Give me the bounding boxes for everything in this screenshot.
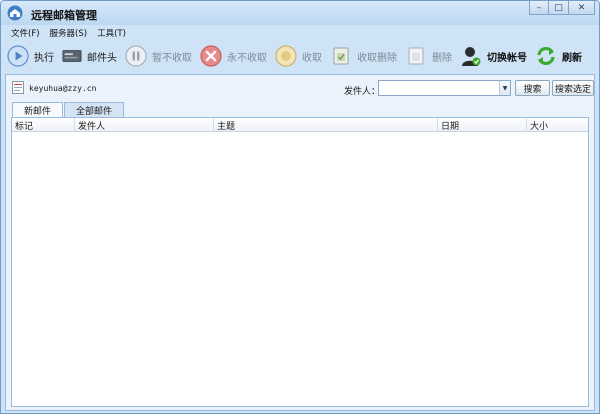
close-button[interactable]: ✕ [569, 1, 595, 15]
toolbar: 执行 邮件头 暂不收取 永不收取 收取 收取删除 删除 切换帐号 刷新 [1, 40, 599, 72]
refresh-icon [537, 46, 555, 66]
play-icon [7, 45, 29, 67]
switch-account-label: 切换帐号 [487, 52, 527, 64]
minimize-button[interactable]: – [529, 1, 549, 15]
receive-button[interactable]: 收取 [275, 43, 322, 69]
sender-label: 发件人： [344, 87, 381, 97]
delete-label: 删除 [432, 52, 452, 64]
execute-button[interactable]: 执行 [7, 43, 54, 69]
switch-account-icon [462, 47, 481, 66]
mail-tabs: 新邮件 全部邮件 [12, 102, 125, 118]
account-row: keyuhua@zzy.cn 发件人： ▼ 搜索 搜索选定 [6, 75, 594, 101]
search-button[interactable]: 搜索 [515, 80, 550, 96]
mail-panel: keyuhua@zzy.cn 发件人： ▼ 搜索 搜索选定 新邮件 全部邮件 标… [5, 74, 595, 411]
account-email: keyuhua@zzy.cn [29, 84, 97, 93]
sender-combobox[interactable]: ▼ [378, 80, 511, 96]
menu-bar: 文件(F) 服务器(S) 工具(T) [1, 25, 599, 40]
mail-account-icon [12, 81, 24, 94]
mail-header-label: 邮件头 [87, 52, 117, 64]
receive-delete-icon [333, 47, 349, 65]
tab-all-mail[interactable]: 全部邮件 [64, 102, 125, 117]
refresh-button[interactable]: 刷新 [535, 43, 582, 69]
delete-button[interactable]: 删除 [405, 43, 452, 69]
receive-label: 收取 [302, 52, 322, 64]
menu-file[interactable]: 文件(F) [11, 27, 40, 39]
refresh-label: 刷新 [562, 52, 582, 64]
column-header-sender[interactable]: 发件人 [75, 118, 214, 132]
search-selected-button[interactable]: 搜索选定 [552, 80, 594, 96]
menu-tools[interactable]: 工具(T) [97, 27, 126, 39]
tab-new-mail[interactable]: 新邮件 [12, 102, 64, 118]
column-header-date[interactable]: 日期 [438, 118, 527, 132]
stop-x-icon [200, 45, 222, 67]
pause-receive-label: 暂不收取 [152, 52, 192, 64]
app-window: 远程邮箱管理 – □ ✕ 文件(F) 服务器(S) 工具(T) 执行 邮件头 暂… [0, 0, 600, 414]
app-logo-icon [7, 5, 23, 21]
switch-account-button[interactable]: 切换帐号 [460, 43, 527, 69]
title-bar[interactable]: 远程邮箱管理 – □ ✕ [1, 1, 599, 25]
execute-label: 执行 [34, 52, 54, 64]
never-receive-label: 永不收取 [227, 52, 267, 64]
receive-icon [275, 45, 297, 67]
window-title: 远程邮箱管理 [31, 9, 97, 22]
column-header-flag[interactable]: 标记 [12, 118, 75, 132]
sender-dropdown-button[interactable]: ▼ [499, 81, 510, 95]
sender-input[interactable] [379, 81, 499, 95]
mail-header-icon [62, 50, 82, 62]
maximize-icon: □ [554, 2, 563, 13]
pause-receive-button[interactable]: 暂不收取 [125, 43, 192, 69]
maximize-button[interactable]: □ [549, 1, 569, 15]
delete-icon [408, 47, 424, 65]
mail-header-button[interactable]: 邮件头 [62, 43, 117, 69]
column-header-size[interactable]: 大小 [527, 118, 588, 132]
table-header: 标记 发件人 主题 日期 大小 [12, 118, 588, 132]
never-receive-button[interactable]: 永不收取 [200, 43, 267, 69]
window-controls: – □ ✕ [529, 1, 595, 15]
menu-server[interactable]: 服务器(S) [50, 27, 88, 39]
close-icon: ✕ [577, 2, 586, 13]
chevron-down-icon: ▼ [502, 84, 508, 92]
column-header-subject[interactable]: 主题 [214, 118, 438, 132]
receive-delete-button[interactable]: 收取删除 [330, 43, 397, 69]
pause-icon [125, 45, 147, 67]
minimize-icon: – [536, 2, 542, 13]
receive-delete-label: 收取删除 [357, 52, 397, 64]
mail-table[interactable]: 标记 发件人 主题 日期 大小 [11, 117, 589, 407]
